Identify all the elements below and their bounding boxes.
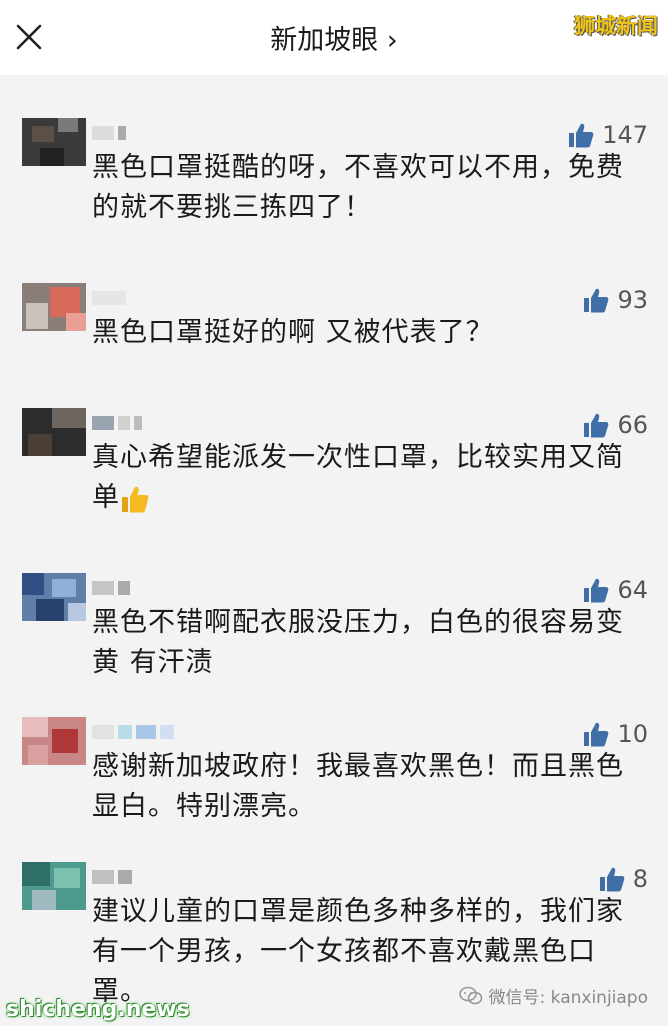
like-count: 93 xyxy=(617,286,648,314)
username-blurred xyxy=(92,122,130,140)
wechat-icon xyxy=(458,986,482,1004)
avatar[interactable] xyxy=(22,862,86,910)
username-blurred xyxy=(92,577,134,595)
avatar[interactable] xyxy=(22,283,86,331)
thumbs-up-icon xyxy=(569,123,594,148)
comment-text: 黑色不错啊配衣服没压力，白色的很容易变黄 有汗渍 xyxy=(92,607,624,678)
like-button[interactable]: 147 xyxy=(568,118,648,152)
top-bar: 新加坡眼 › 狮城新闻 xyxy=(0,0,668,75)
like-button[interactable]: 93 xyxy=(583,283,648,317)
like-button[interactable]: 8 xyxy=(599,862,648,896)
like-button[interactable]: 10 xyxy=(583,717,648,751)
username-blurred xyxy=(92,412,146,430)
comment-text: 黑色口罩挺好的啊 又被代表了？ xyxy=(92,317,494,348)
avatar[interactable] xyxy=(22,408,86,456)
comment-text: 黑色口罩挺酷的呀，不喜欢可以不用，免费的就不要挑三拣四了！ xyxy=(92,152,624,223)
avatar[interactable] xyxy=(22,573,86,621)
comment-text-content: 真心希望能派发一次性口罩，比较实用又简单 xyxy=(92,442,624,513)
avatar[interactable] xyxy=(22,118,86,166)
thumbs-up-icon xyxy=(599,867,625,892)
wechat-account: 微信号: kanxinjiapo xyxy=(458,983,648,1008)
thumbs-up-emoji xyxy=(122,486,149,512)
thumbs-up-icon xyxy=(584,288,609,313)
thumbs-up-icon xyxy=(584,413,609,438)
like-count: 10 xyxy=(617,720,648,748)
thumbs-up-icon xyxy=(584,722,609,747)
thumbs-up-icon xyxy=(584,578,609,603)
page-title[interactable]: 新加坡眼 › xyxy=(0,18,668,57)
watermark-top: 狮城新闻 xyxy=(574,14,658,38)
username-blurred xyxy=(92,287,130,305)
watermark-bottom: shicheng.news xyxy=(6,997,190,1022)
avatar[interactable] xyxy=(22,717,86,765)
comment-text: 真心希望能派发一次性口罩，比较实用又简单 xyxy=(92,438,637,518)
like-count: 66 xyxy=(617,411,648,439)
like-button[interactable]: 64 xyxy=(583,573,648,607)
username-blurred xyxy=(92,866,136,884)
like-count: 147 xyxy=(602,121,648,149)
like-button[interactable]: 66 xyxy=(583,408,648,442)
wechat-id: 微信号: kanxinjiapo xyxy=(488,988,648,1008)
username-blurred xyxy=(92,721,178,739)
comment-text: 感谢新加坡政府！我最喜欢黑色！而且黑色显白。特别漂亮。 xyxy=(92,751,624,822)
like-count: 8 xyxy=(632,865,648,893)
like-count: 64 xyxy=(617,576,648,604)
